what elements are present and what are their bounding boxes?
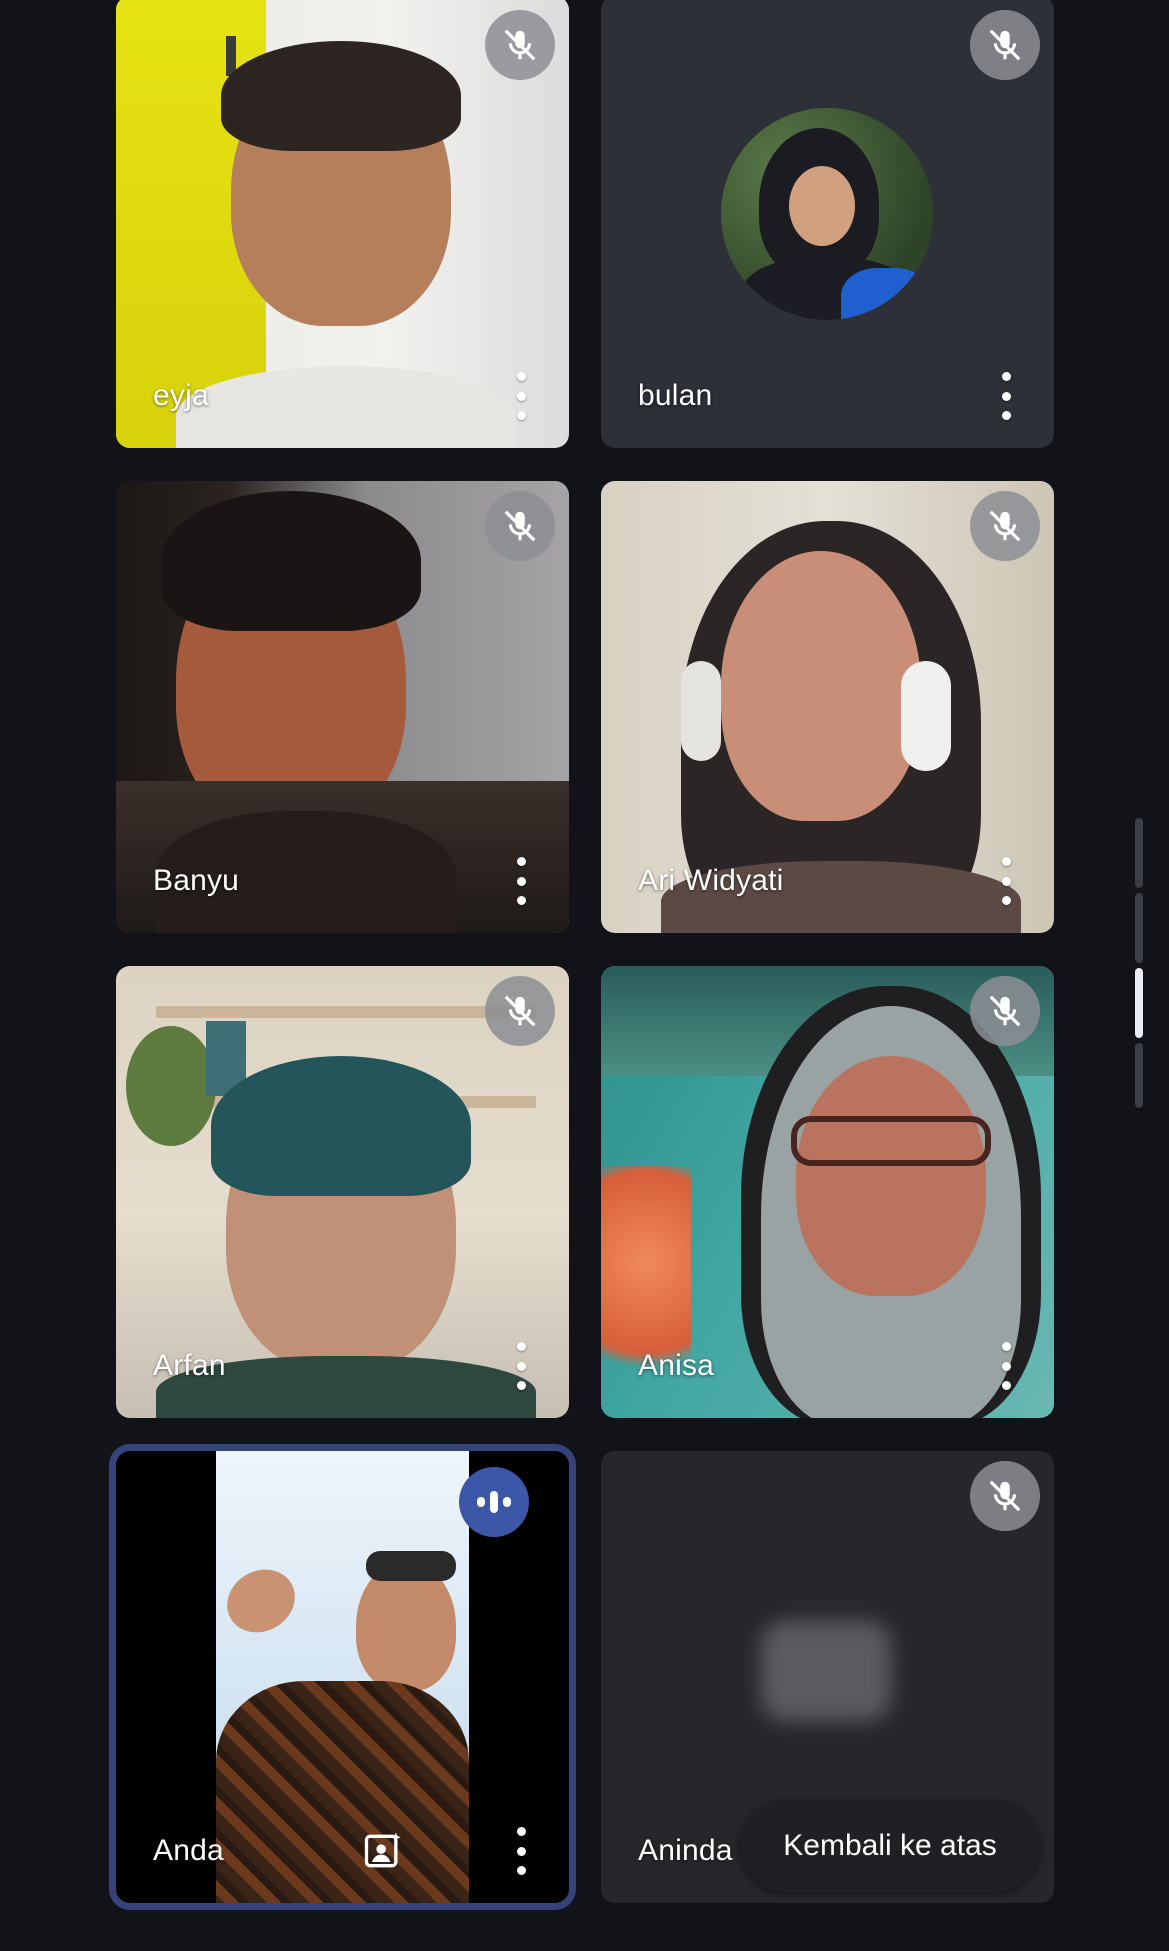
participant-tile-bulan[interactable]: bulan bbox=[601, 0, 1054, 448]
speaking-indicator-icon bbox=[459, 1467, 529, 1537]
participant-tile-ari-widyati[interactable]: Ari Widyati bbox=[601, 481, 1054, 933]
back-to-top-button[interactable]: Kembali ke atas bbox=[740, 1800, 1040, 1892]
participant-avatar bbox=[721, 108, 933, 320]
more-vert-icon[interactable] bbox=[994, 372, 1018, 420]
mic-off-icon bbox=[970, 976, 1040, 1046]
participant-tile-eyja[interactable]: eyja bbox=[116, 0, 569, 448]
mic-off-icon bbox=[485, 10, 555, 80]
more-vert-icon[interactable] bbox=[994, 1342, 1018, 1390]
mic-off-icon bbox=[485, 491, 555, 561]
participant-name: Banyu bbox=[153, 864, 240, 897]
participant-tile-anisa[interactable]: Anisa bbox=[601, 966, 1054, 1418]
mic-off-icon bbox=[970, 1461, 1040, 1531]
participant-video bbox=[215, 1451, 469, 1903]
blurred-placeholder bbox=[761, 1621, 891, 1721]
meet-participant-grid: eyja bulan Banyu Ari Widyati Arfan Anisa… bbox=[0, 0, 1169, 1951]
more-vert-icon[interactable] bbox=[509, 1342, 533, 1390]
more-vert-icon[interactable] bbox=[509, 857, 533, 905]
visual-effects-icon[interactable] bbox=[361, 1829, 405, 1873]
participant-tile-self[interactable]: Anda bbox=[116, 1451, 569, 1903]
participant-name: Arfan bbox=[153, 1349, 226, 1382]
mic-off-icon bbox=[485, 976, 555, 1046]
participant-name: Anisa bbox=[638, 1349, 715, 1382]
mic-off-icon bbox=[970, 491, 1040, 561]
more-vert-icon[interactable] bbox=[994, 857, 1018, 905]
participant-name: Ari Widyati bbox=[638, 864, 784, 897]
participant-tile-arfan[interactable]: Arfan bbox=[116, 966, 569, 1418]
participant-name: Anda bbox=[153, 1834, 224, 1867]
participant-name: eyja bbox=[153, 379, 209, 412]
participant-tile-banyu[interactable]: Banyu bbox=[116, 481, 569, 933]
participant-name: bulan bbox=[638, 379, 713, 412]
more-vert-icon[interactable] bbox=[509, 372, 533, 420]
scrollbar[interactable] bbox=[1135, 818, 1143, 1108]
mic-off-icon bbox=[970, 10, 1040, 80]
more-vert-icon[interactable] bbox=[509, 1827, 533, 1875]
